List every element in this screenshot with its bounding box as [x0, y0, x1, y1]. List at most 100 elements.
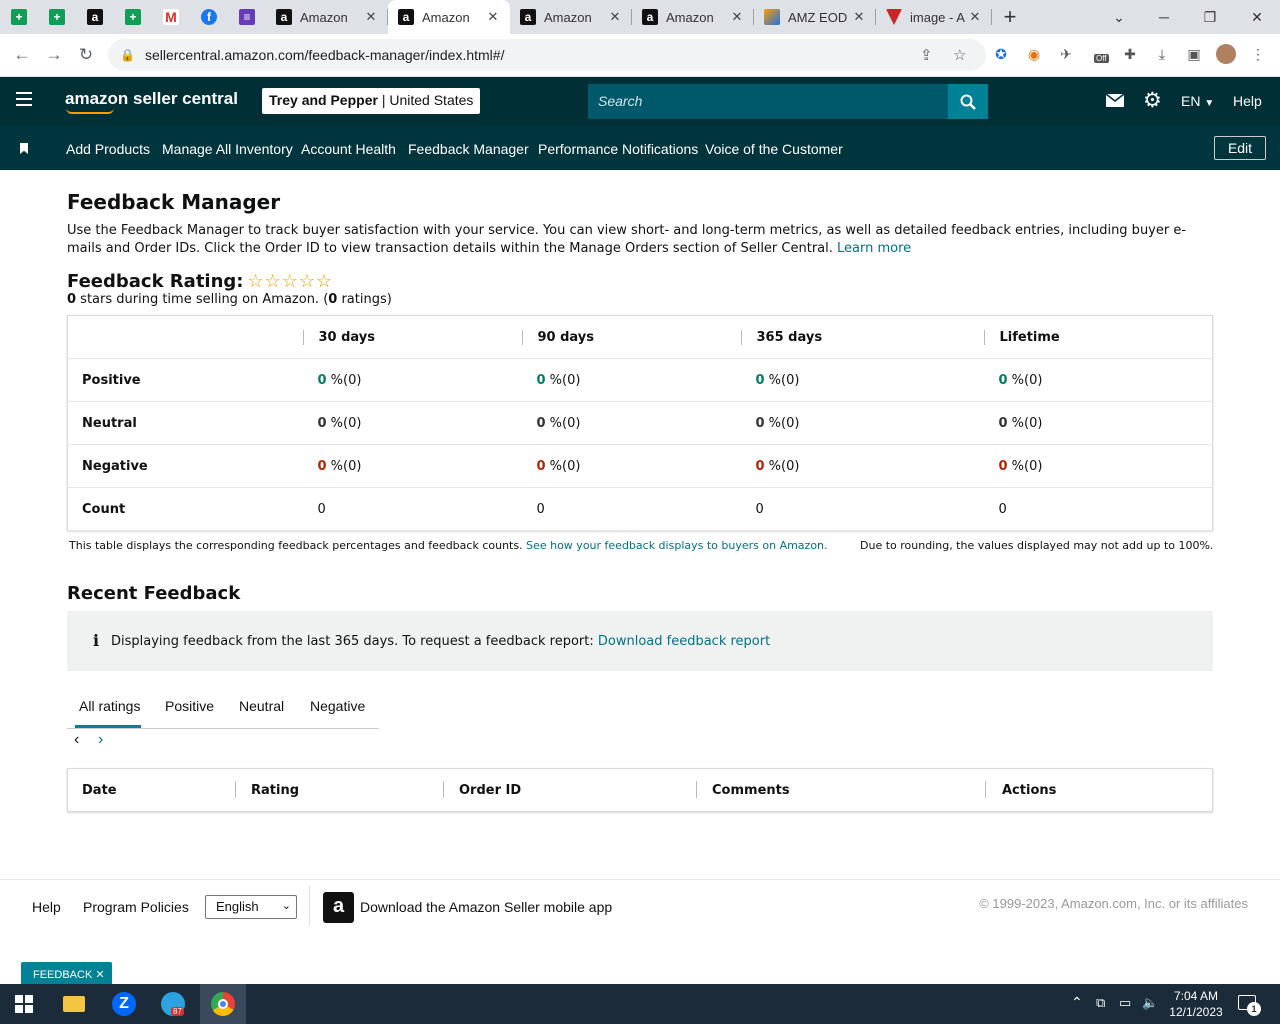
column-header[interactable]: Comments — [712, 783, 790, 798]
mail-icon[interactable] — [1105, 93, 1125, 107]
back-icon[interactable]: ← — [6, 45, 38, 65]
search-input[interactable]: Search — [588, 84, 948, 119]
pinned-tab-forms[interactable]: ≡ — [228, 0, 266, 34]
volume-icon[interactable]: 🔈 — [1142, 995, 1158, 1011]
close-icon[interactable]: ✕ — [850, 9, 868, 25]
meet-now-icon[interactable]: ⧉ — [1096, 995, 1105, 1011]
tray-overflow-icon[interactable]: ⌃ — [1071, 994, 1083, 1011]
menu-kebab-icon[interactable]: ⋮ — [1248, 44, 1268, 64]
restore-icon[interactable]: ❐ — [1187, 0, 1233, 34]
nav-item-feedback-manager[interactable]: Feedback Manager — [408, 141, 529, 157]
download-report-link[interactable]: Download feedback report — [598, 634, 770, 649]
seller-central-logo[interactable]: amazon seller central — [65, 89, 238, 109]
new-tab-button[interactable]: + — [992, 4, 1028, 30]
tab-title: image - A — [910, 9, 965, 25]
learn-more-link[interactable]: Learn more — [837, 241, 911, 256]
info-alert: i Displaying feedback from the last 365 … — [67, 611, 1213, 671]
browser-tab[interactable]: a Amazon ✕ — [632, 0, 754, 34]
nav-item-add-products[interactable]: Add Products — [66, 141, 150, 157]
pinned-tab-gmail[interactable]: M — [152, 0, 190, 34]
footer-help-link[interactable]: Help — [32, 899, 61, 915]
download-icon[interactable]: ⤓ — [1152, 44, 1172, 64]
omnibox[interactable]: 🔒 sellercentral.amazon.com/feedback-mana… — [108, 39, 986, 71]
extension-icon[interactable]: ✪ — [991, 44, 1011, 64]
footer-language-select[interactable]: English ⌄ — [205, 895, 297, 919]
seller-app-icon[interactable]: a — [323, 892, 354, 923]
profile-avatar[interactable] — [1216, 44, 1236, 64]
close-icon[interactable]: ✕ — [606, 9, 624, 25]
reload-icon[interactable]: ↻ — [70, 45, 102, 65]
settings-gear-icon[interactable]: ⚙ — [1143, 88, 1162, 113]
close-icon[interactable]: ✕ — [95, 969, 104, 981]
windows-start-icon[interactable] — [8, 988, 40, 1020]
forward-icon[interactable]: → — [38, 45, 70, 65]
help-link[interactable]: Help — [1233, 93, 1262, 109]
telegram-icon[interactable]: 87 — [157, 988, 189, 1020]
seller-header: amazon seller central Trey and Pepper | … — [0, 77, 1280, 125]
column-header[interactable]: Order ID — [459, 783, 521, 798]
column-header[interactable]: Rating — [251, 783, 299, 798]
close-window-icon[interactable]: ✕ — [1234, 0, 1280, 34]
amazon-icon: a — [87, 9, 103, 25]
bookmark-icon[interactable] — [20, 143, 28, 154]
tab-search-icon[interactable]: ⌄ — [1096, 0, 1142, 34]
extension-icon[interactable]: ✈ — [1056, 44, 1076, 64]
close-icon[interactable]: ✕ — [966, 9, 984, 25]
close-icon[interactable]: ✕ — [362, 9, 380, 25]
column-header[interactable]: Actions — [1002, 783, 1056, 798]
pinned-tab-sheets-1[interactable]: + — [0, 0, 38, 34]
tab-neutral[interactable]: Neutral — [239, 698, 284, 714]
nav-item-performance-notifications[interactable]: Performance Notifications — [538, 141, 698, 157]
extensions-puzzle-icon[interactable]: ✚ — [1120, 44, 1140, 64]
metric-cell: 0 %(0) — [741, 444, 985, 488]
prev-page-icon[interactable]: ‹ — [74, 731, 79, 749]
extension-icon[interactable]: ◉ — [1024, 44, 1044, 64]
minimize-icon[interactable]: ─ — [1141, 0, 1187, 34]
pinned-tab-sheets-2[interactable]: + — [38, 0, 76, 34]
notifications-icon[interactable]: 1 — [1238, 995, 1261, 1016]
next-page-icon[interactable]: › — [98, 731, 103, 749]
extension-off-icon[interactable]: Off — [1090, 44, 1114, 64]
url-text[interactable]: sellercentral.amazon.com/feedback-manage… — [145, 47, 505, 63]
browser-tab[interactable]: a Amazon ✕ — [510, 0, 632, 34]
share-icon[interactable]: ⇪ — [920, 46, 933, 64]
browser-tab[interactable]: image - A ✕ — [876, 0, 992, 34]
pinned-tab-amazon[interactable]: a — [76, 0, 114, 34]
nav-item-account-health[interactable]: Account Health — [301, 141, 396, 157]
language-selector[interactable]: EN ▼ — [1181, 93, 1214, 109]
tab-title: Amazon — [544, 9, 592, 25]
chrome-icon[interactable] — [200, 984, 246, 1024]
clock[interactable]: 7:04 AM 12/1/2023 — [1163, 988, 1229, 1020]
network-icon[interactable]: ▭ — [1119, 995, 1131, 1011]
feedback-widget-button[interactable]: FEEDBACK ✕ — [21, 962, 112, 985]
metric-cell: 0 — [522, 487, 742, 531]
hamburger-menu-icon[interactable] — [16, 92, 32, 106]
browser-tab-active[interactable]: a Amazon ✕ — [388, 0, 510, 34]
nav-item-voice-of-customer[interactable]: Voice of the Customer — [705, 141, 843, 157]
chevron-down-icon: ⌄ — [281, 900, 291, 912]
buyer-display-link[interactable]: See how your feedback displays to buyers… — [526, 539, 827, 552]
tab-negative[interactable]: Negative — [310, 698, 365, 714]
download-app-link[interactable]: Download the Amazon Seller mobile app — [360, 899, 612, 915]
info-icon: i — [93, 631, 100, 650]
bookmark-star-icon[interactable]: ☆ — [953, 46, 966, 64]
tab-all-ratings[interactable]: All ratings — [79, 698, 140, 714]
search-button[interactable] — [948, 84, 988, 119]
browser-tab[interactable]: AMZ EOD ✕ — [754, 0, 876, 34]
tab-positive[interactable]: Positive — [165, 698, 214, 714]
close-icon[interactable]: ✕ — [484, 9, 502, 25]
metric-cell: 0 %(0) — [522, 444, 742, 488]
file-explorer-icon[interactable] — [58, 988, 90, 1020]
program-policies-link[interactable]: Program Policies — [83, 899, 189, 915]
column-header[interactable]: Date — [82, 783, 117, 798]
browser-tab[interactable]: a Amazon ✕ — [266, 0, 388, 34]
close-icon[interactable]: ✕ — [728, 9, 746, 25]
nav-item-manage-inventory[interactable]: Manage All Inventory — [162, 141, 293, 157]
pinned-tab-facebook[interactable]: f — [190, 0, 228, 34]
pinned-tab-sheets-3[interactable]: + — [114, 0, 152, 34]
zalo-icon[interactable]: Z — [108, 988, 140, 1020]
table-header-row: 30 days 90 days 365 days Lifetime — [67, 315, 1213, 359]
side-panel-icon[interactable]: ▣ — [1184, 44, 1204, 64]
store-switcher[interactable]: Trey and Pepper | United States — [262, 88, 481, 114]
edit-nav-button[interactable]: Edit — [1214, 136, 1266, 160]
